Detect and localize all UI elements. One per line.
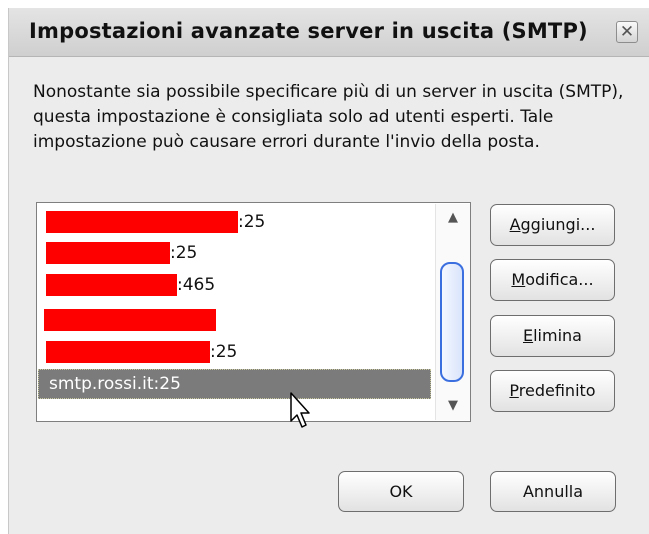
close-icon[interactable]: ✕ [616, 21, 638, 43]
add-accesskey: A [509, 215, 521, 234]
list-item[interactable]: :25 [38, 238, 431, 268]
redacted-hostname [46, 341, 210, 363]
list-scrollbar[interactable]: ▲ ▼ [435, 204, 470, 420]
list-item[interactable]: :465 [38, 270, 431, 300]
cancel-button[interactable]: Annulla [490, 471, 616, 512]
list-item-port: :465 [177, 275, 216, 295]
edit-button[interactable]: Modifica... [490, 259, 615, 301]
default-label: redefinito [518, 381, 596, 400]
redacted-hostname [44, 309, 216, 331]
list-item-port: :25 [210, 342, 238, 362]
default-accesskey: P [509, 381, 519, 400]
scroll-up-icon[interactable]: ▲ [436, 204, 470, 232]
list-item-port: :25 [238, 212, 266, 232]
list-item-selected[interactable]: smtp.rossi.it:25 [38, 369, 431, 399]
list-item[interactable]: :25 [38, 337, 431, 367]
list-item-host: smtp.rossi.it:25 [49, 374, 181, 394]
add-label: ggiungi... [520, 215, 596, 234]
redacted-hostname [46, 242, 170, 264]
scroll-down-icon[interactable]: ▼ [436, 392, 470, 420]
redacted-hostname [46, 274, 177, 296]
delete-accesskey: E [523, 326, 534, 345]
smtp-server-list[interactable]: :25 :25 :465 :25 smtp.rossi.it:25 ▲ ▼ [36, 202, 471, 422]
dialog-title: Impostazioni avanzate server in uscita (… [29, 19, 588, 43]
set-default-button[interactable]: Predefinito [490, 370, 615, 412]
list-item[interactable]: :25 [38, 207, 431, 237]
scroll-thumb[interactable] [440, 262, 464, 382]
edit-accesskey: M [511, 270, 526, 289]
warning-description: Nonostante sia possibile specificare più… [33, 82, 624, 152]
mouse-pointer-icon [290, 392, 310, 428]
title-bar: Impostazioni avanzate server in uscita (… [9, 8, 649, 57]
smtp-advanced-dialog: Impostazioni avanzate server in uscita (… [8, 8, 649, 534]
delete-button[interactable]: Elimina [490, 315, 615, 357]
edit-label: odifica... [525, 270, 594, 289]
redacted-hostname [46, 211, 238, 233]
add-button[interactable]: Aggiungi... [490, 204, 615, 246]
list-item-port: :25 [170, 243, 198, 263]
delete-label: limina [533, 326, 582, 345]
list-item[interactable] [38, 305, 431, 335]
ok-button[interactable]: OK [338, 471, 464, 512]
